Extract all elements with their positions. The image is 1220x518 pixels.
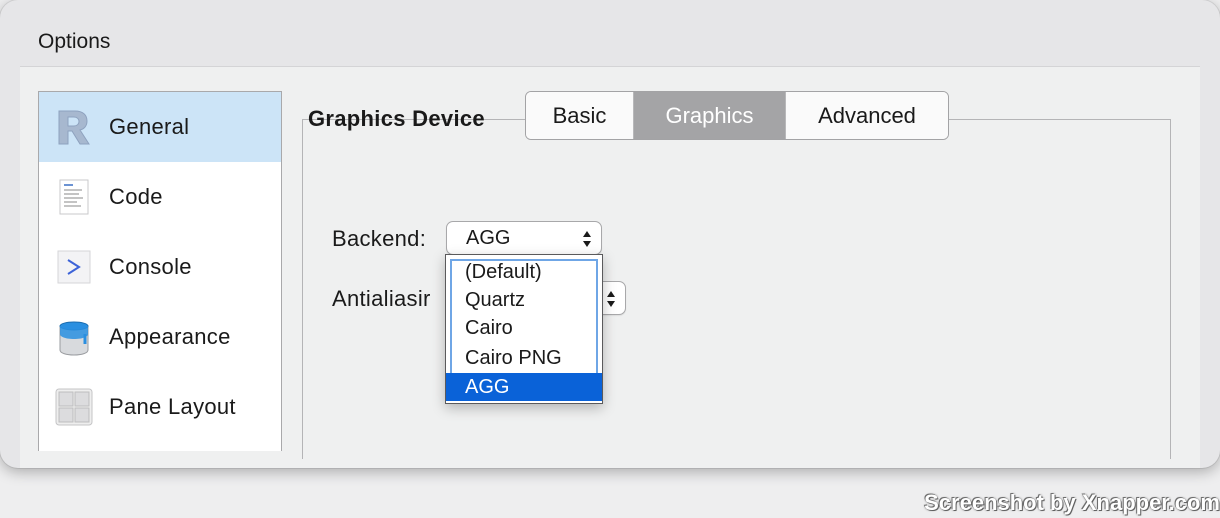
tab-basic[interactable]: Basic <box>526 92 634 139</box>
backend-select-value: AGG <box>466 227 511 249</box>
sidebar-item-label: Appearance <box>109 324 231 349</box>
window-title: Options <box>38 30 111 53</box>
code-document-icon <box>54 177 94 217</box>
graphics-panel <box>302 119 1171 459</box>
sidebar-item-pane-layout[interactable]: Pane Layout <box>39 372 281 442</box>
sidebar-item-appearance[interactable]: Appearance <box>39 302 281 372</box>
section-heading: Graphics Device <box>308 106 485 131</box>
pane-grid-icon <box>54 387 94 427</box>
sidebar-item-label: General <box>109 114 190 139</box>
options-window: Options General Code Console Appearance … <box>0 0 1220 468</box>
backend-select[interactable]: AGG <box>446 221 602 255</box>
select-arrows-icon <box>583 231 591 247</box>
dropdown-option-cairo[interactable]: Cairo <box>446 314 602 342</box>
dropdown-option-quartz[interactable]: Quartz <box>446 286 602 314</box>
antialiasing-label: Antialiasir <box>332 286 431 311</box>
sidebar-item-label: Code <box>109 184 163 209</box>
sidebar-item-code[interactable]: Code <box>39 162 281 232</box>
sidebar-item-console[interactable]: Console <box>39 232 281 302</box>
sidebar-item-general[interactable]: General <box>39 92 281 162</box>
dropdown-option-agg[interactable]: AGG <box>446 373 602 401</box>
r-logo-icon <box>54 107 94 147</box>
tab-advanced[interactable]: Advanced <box>786 92 948 139</box>
tab-bar: Basic Graphics Advanced <box>525 91 949 140</box>
dropdown-option-cairo-png[interactable]: Cairo PNG <box>446 344 602 372</box>
sidebar-item-label: Console <box>109 254 192 279</box>
options-content: General Code Console Appearance Pane Lay… <box>20 66 1200 468</box>
tab-graphics[interactable]: Graphics <box>634 92 786 139</box>
paint-bucket-icon <box>54 317 94 357</box>
console-prompt-icon <box>54 247 94 287</box>
backend-dropdown-menu: (Default) Quartz Cairo Cairo PNG AGG <box>445 254 603 404</box>
options-sidebar: General Code Console Appearance Pane Lay… <box>38 91 282 451</box>
select-arrows-icon <box>607 291 615 307</box>
backend-label: Backend: <box>332 226 427 251</box>
dropdown-option-default[interactable]: (Default) <box>446 258 602 286</box>
sidebar-item-label: Pane Layout <box>109 394 236 419</box>
watermark: Screenshot by Xnapper.com <box>924 490 1220 515</box>
